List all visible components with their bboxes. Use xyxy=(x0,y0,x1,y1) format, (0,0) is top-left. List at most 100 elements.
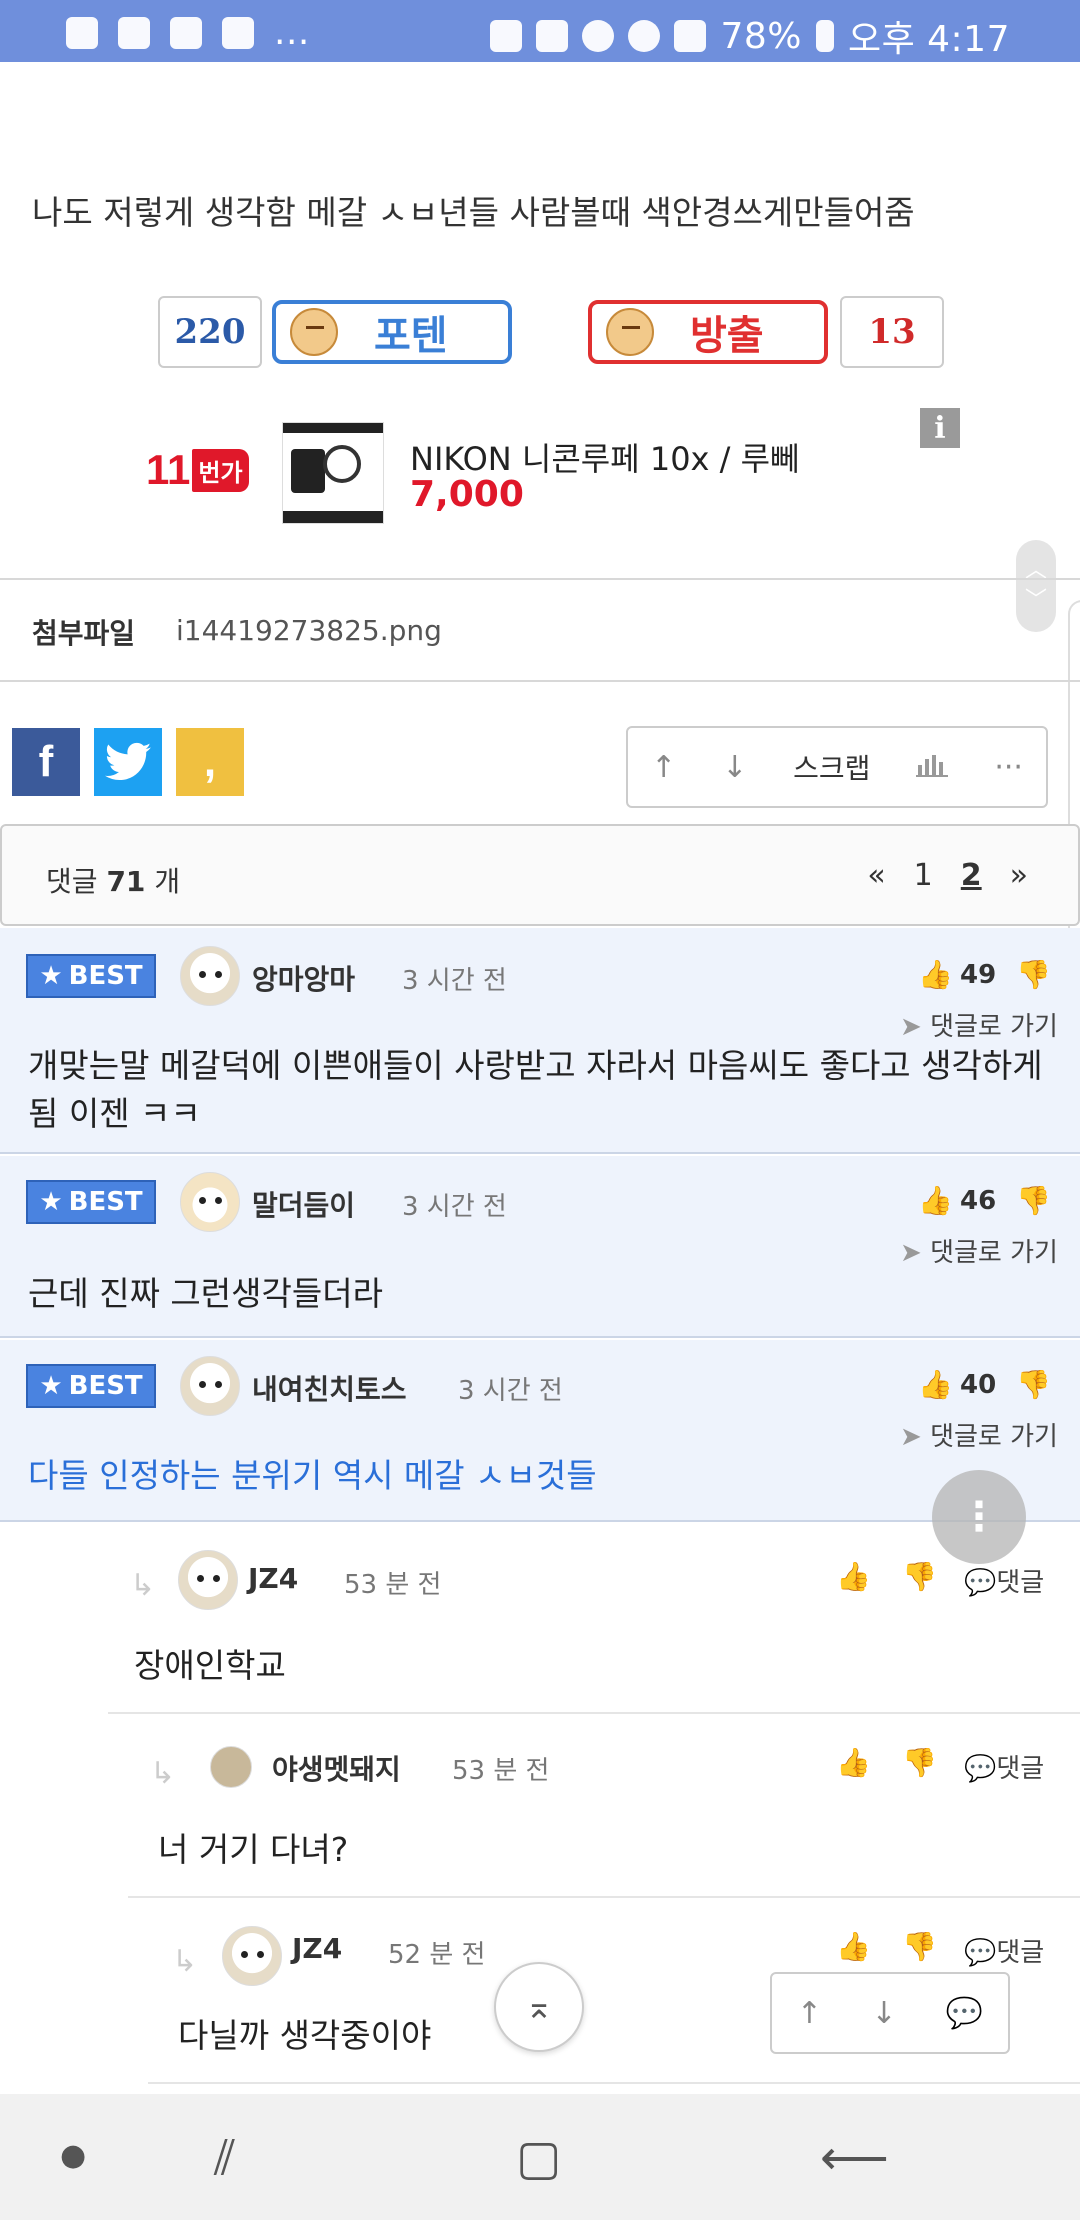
home-icon[interactable]: ▢ xyxy=(516,2130,561,2186)
thumbs-up-icon[interactable]: 👍 xyxy=(836,1560,871,1593)
comments-header: 댓글 71 개 « 1 2 » xyxy=(0,824,1080,926)
recent-apps-icon[interactable]: ⫽ xyxy=(214,2130,235,2187)
avatar[interactable] xyxy=(222,1926,282,1986)
thumbs-up-icon[interactable]: 👍 xyxy=(836,1746,871,1779)
scrap-button[interactable]: 스크랩 xyxy=(793,747,870,787)
release-label: 방출 xyxy=(690,313,764,359)
ad-info-icon[interactable]: i xyxy=(920,408,960,448)
thumbs-up-icon[interactable]: 👍 xyxy=(918,1184,953,1217)
comment-author[interactable]: JZ4 xyxy=(248,1562,298,1595)
comment-author[interactable]: 내여친치토스 xyxy=(252,1368,407,1408)
potent-button[interactable]: 포텐 xyxy=(272,300,512,364)
comment-time: 53 분 전 xyxy=(344,1570,442,1600)
comment-count-number: 71 xyxy=(106,865,146,898)
star-icon: ★ xyxy=(39,1371,63,1401)
dot-icon[interactable]: ● xyxy=(60,2138,86,2173)
thumbs-up-icon[interactable]: 👍 xyxy=(918,1368,953,1401)
wifi-icon xyxy=(628,20,661,52)
comment-time: 52 분 전 xyxy=(388,1940,486,1970)
star-icon: ★ xyxy=(39,1187,63,1217)
avatar[interactable] xyxy=(180,1356,240,1416)
comment-icon[interactable]: 💬 xyxy=(946,1996,983,2031)
thumbs-down-icon[interactable]: 👎 xyxy=(902,1560,937,1593)
thumbs-up-face-icon xyxy=(290,308,338,356)
send-icon: ➤ xyxy=(900,1238,931,1268)
thumbs-down-icon[interactable]: 👎 xyxy=(1016,1184,1051,1217)
release-button[interactable]: 방출 xyxy=(588,300,828,364)
alarm-icon xyxy=(582,20,615,52)
ad-product-image[interactable] xyxy=(282,422,384,524)
thumbs-down-icon[interactable]: 👎 xyxy=(902,1746,937,1779)
avatar[interactable] xyxy=(210,1746,252,1788)
back-icon[interactable]: ⟵ xyxy=(820,2130,889,2186)
ad-product-price[interactable]: 7,000 xyxy=(410,474,524,515)
post-body-text: 나도 저렇게 생각함 메갈 ㅅㅂ년들 사람볼때 색안경쓰게만들어줌 xyxy=(32,193,915,232)
battery-percent: 78% xyxy=(720,15,802,57)
goto-comment-link[interactable]: ➤ 댓글로 가기 xyxy=(900,1006,1058,1043)
comment-time: 53 분 전 xyxy=(452,1756,550,1786)
arrow-down-icon[interactable]: ↓ xyxy=(722,750,747,785)
like-count: 40 xyxy=(960,1370,997,1400)
stats-icon[interactable] xyxy=(916,750,949,785)
thumbs-up-icon[interactable]: 👍 xyxy=(836,1930,871,1963)
reply-button-label: 댓글 xyxy=(996,1568,1045,1598)
status-bar: ... 78% 오후 4:17 xyxy=(0,0,1080,62)
reply-button[interactable]: 💬댓글 xyxy=(964,1562,1044,1599)
more-notifications: ... xyxy=(274,12,310,53)
page-first[interactable]: « xyxy=(867,858,885,893)
comment-author[interactable]: 앙마앙마 xyxy=(252,958,355,998)
kakaostory-share-button[interactable]: , xyxy=(176,728,244,796)
best-badge: ★ BEST xyxy=(26,954,156,998)
gallery-notification-icon xyxy=(170,16,202,49)
best-comment: ★ BEST 앙마앙마 3 시간 전 👍 49 👎 ➤ 댓글로 가기 개맞는말 메… xyxy=(0,928,1080,1154)
avatar[interactable] xyxy=(178,1550,238,1610)
reply-arrow-icon: ↳ xyxy=(130,1568,156,1603)
thumbs-down-icon[interactable]: 👎 xyxy=(1016,1368,1051,1401)
release-count: 13 xyxy=(840,296,944,368)
page-2-current[interactable]: 2 xyxy=(961,858,982,893)
comment-text: 너 거기 다녀? xyxy=(158,1830,349,1869)
page-last[interactable]: » xyxy=(1010,858,1028,893)
speech-bubble-icon: 💬 xyxy=(964,1938,997,1968)
arrow-up-icon[interactable]: ↑ xyxy=(651,750,676,785)
reply-comment: ↳ 야생멧돼지 53 분 전 👍 👎 💬댓글 너 거기 다녀? xyxy=(128,1716,1080,1898)
comment-author[interactable]: 말더듬이 xyxy=(252,1184,355,1224)
best-badge: ★ BEST xyxy=(26,1180,156,1224)
divider xyxy=(0,578,1080,580)
comment-time: 3 시간 전 xyxy=(402,966,507,996)
goto-comment-link[interactable]: ➤ 댓글로 가기 xyxy=(900,1416,1058,1453)
comment-author[interactable]: JZ4 xyxy=(292,1932,342,1965)
speech-bubble-icon: 💬 xyxy=(964,1568,997,1598)
thumbs-down-icon[interactable]: 👎 xyxy=(902,1930,937,1963)
attachment-file-link[interactable]: i14419273825.png xyxy=(176,614,442,647)
more-icon[interactable]: ··· xyxy=(994,750,1023,785)
twitter-share-button[interactable] xyxy=(94,728,162,796)
facebook-icon: f xyxy=(38,737,54,786)
arrow-up-icon[interactable]: ↑ xyxy=(797,1996,822,2031)
more-options-button[interactable]: ⋮ xyxy=(932,1470,1026,1564)
goto-comment-link[interactable]: ➤ 댓글로 가기 xyxy=(900,1232,1058,1269)
reply-button[interactable]: 💬댓글 xyxy=(964,1932,1044,1969)
chevron-up-bar-icon: ⌅ xyxy=(524,1987,554,2027)
comment-author[interactable]: 야생멧돼지 xyxy=(272,1748,401,1788)
reply-button[interactable]: 💬댓글 xyxy=(964,1748,1044,1785)
goto-comment-label: 댓글로 가기 xyxy=(930,1012,1058,1042)
reply-arrow-icon: ↳ xyxy=(150,1756,176,1791)
11st-logo[interactable]: 11 번가 xyxy=(146,446,249,494)
youtube-notification-icon xyxy=(222,16,254,49)
comment-text: 다들 인정하는 분위기 역시 메갈 ㅅㅂ것들 xyxy=(28,1456,597,1495)
avatar[interactable] xyxy=(180,1172,240,1232)
facebook-share-button[interactable]: f xyxy=(12,728,80,796)
best-label: BEST xyxy=(68,961,143,991)
w-notification-icon xyxy=(118,16,150,49)
scroll-handle[interactable]: ︿ ﹀ xyxy=(1016,540,1056,632)
mute-icon xyxy=(536,20,569,52)
potent-label: 포텐 xyxy=(374,313,448,359)
scroll-to-top-button[interactable]: ⌅ xyxy=(494,1962,584,2052)
thumbs-up-icon[interactable]: 👍 xyxy=(918,958,953,991)
star-icon: ★ xyxy=(39,961,63,991)
avatar[interactable] xyxy=(180,946,240,1006)
page-1[interactable]: 1 xyxy=(914,858,933,893)
arrow-down-icon[interactable]: ↓ xyxy=(871,1996,896,2031)
thumbs-down-icon[interactable]: 👎 xyxy=(1016,958,1051,991)
